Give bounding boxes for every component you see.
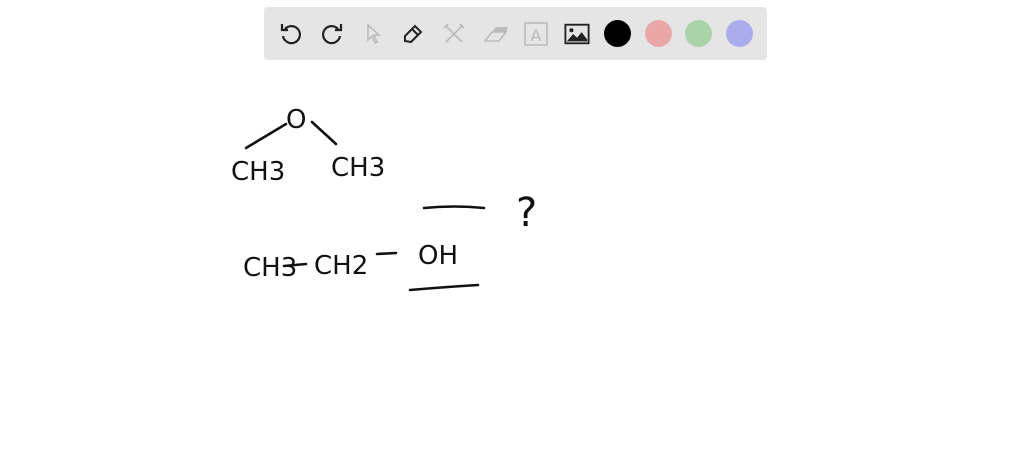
overline-stroke (422, 205, 486, 210)
bond-left (244, 122, 288, 150)
oxygen-label: O (286, 105, 306, 135)
drawing-canvas[interactable]: O CH3 CH3 CH3 CH2 OH ? (0, 0, 1024, 470)
ethanol-ch3-label: CH3 (243, 253, 297, 283)
underline-stroke (408, 283, 480, 292)
right-methyl-label: CH3 (331, 153, 385, 183)
bond-right (310, 120, 338, 146)
ethanol-ch2-label: CH2 (314, 251, 368, 281)
left-methyl-label: CH3 (231, 157, 285, 187)
question-mark: ? (516, 190, 537, 236)
bond-ch2-oh (375, 251, 398, 256)
ethanol-oh-label: OH (418, 241, 458, 271)
